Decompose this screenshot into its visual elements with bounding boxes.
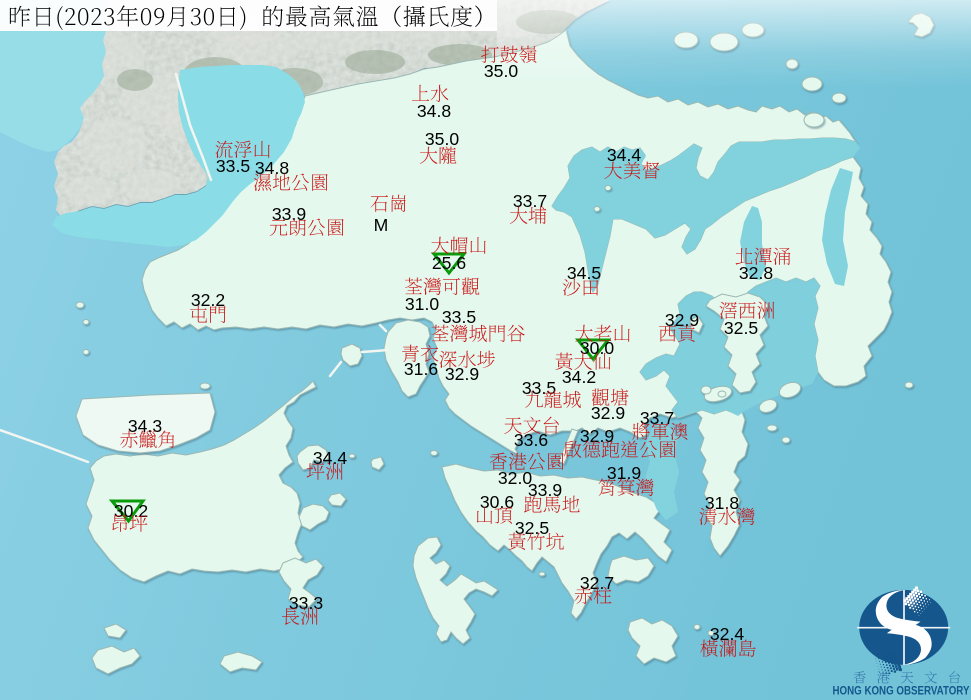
svg-text:34.2: 34.2 <box>562 367 596 387</box>
svg-text:HONG KONG OBSERVATORY: HONG KONG OBSERVATORY <box>833 686 970 698</box>
svg-text:32.5: 32.5 <box>724 318 758 338</box>
svg-text:31.0: 31.0 <box>405 294 439 314</box>
svg-text:30.2: 30.2 <box>114 501 148 521</box>
svg-text:35.0: 35.0 <box>425 129 459 149</box>
svg-text:25.6: 25.6 <box>432 253 466 273</box>
svg-text:31.6: 31.6 <box>404 359 438 379</box>
svg-text:35.0: 35.0 <box>484 61 518 81</box>
svg-text:32.8: 32.8 <box>739 263 773 283</box>
svg-text:32.9: 32.9 <box>591 403 625 423</box>
svg-text:33.3: 33.3 <box>289 593 323 613</box>
svg-text:33.9: 33.9 <box>272 204 306 224</box>
svg-text:33.5: 33.5 <box>522 378 556 398</box>
svg-text:33.5: 33.5 <box>442 307 476 327</box>
svg-text:31.9: 31.9 <box>607 463 641 483</box>
svg-text:34.5: 34.5 <box>567 263 601 283</box>
svg-text:33.5: 33.5 <box>216 156 250 176</box>
svg-text:33.7: 33.7 <box>640 408 674 428</box>
svg-text:34.8: 34.8 <box>417 101 451 121</box>
svg-text:32.9: 32.9 <box>665 310 699 330</box>
svg-text:M: M <box>374 215 389 235</box>
